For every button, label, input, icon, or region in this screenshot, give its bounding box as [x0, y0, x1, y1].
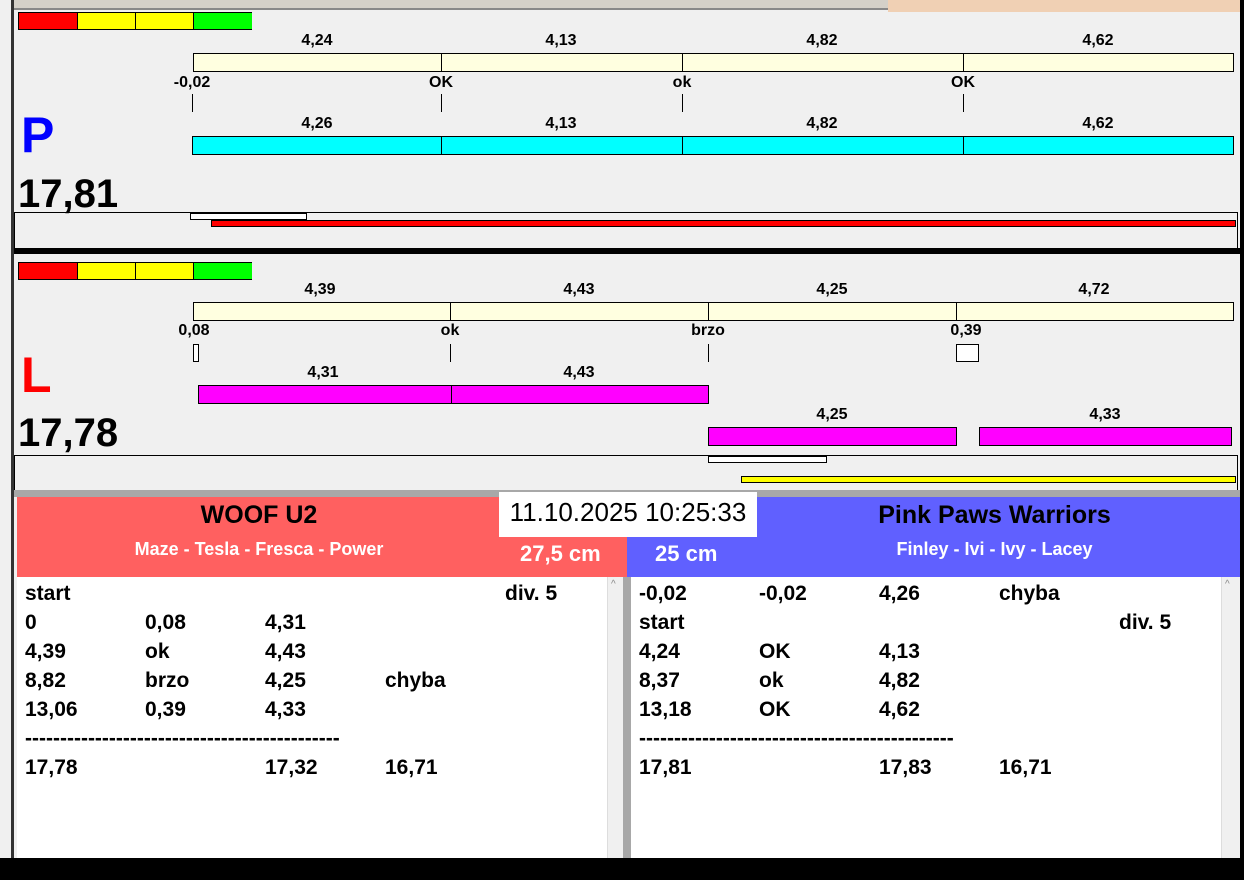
team-name: Pink Paws Warriors: [878, 501, 1111, 529]
exchange-label: ok: [672, 74, 692, 91]
color-legend: [18, 12, 252, 30]
progress-bar: [741, 476, 1236, 483]
result-cell: 4,26: [879, 582, 920, 605]
result-cell: -0,02: [639, 582, 687, 605]
result-cell: div. 5: [1119, 611, 1172, 634]
exchange-label: ok: [440, 322, 460, 339]
result-cell: 4,24: [639, 640, 680, 663]
lane-total: 17,78: [18, 411, 119, 455]
result-cell: 8,37: [639, 669, 680, 692]
result-cell: start: [25, 582, 71, 605]
left-border: [0, 0, 14, 880]
run-time: 4,25: [816, 406, 848, 423]
run-time: 4,26: [301, 115, 333, 132]
result-cell: 16,71: [385, 756, 438, 779]
result-cell: 0,39: [145, 698, 186, 721]
split-time: 4,62: [1082, 32, 1114, 49]
run-bar: [192, 136, 1234, 155]
split-time: 4,82: [806, 32, 838, 49]
result-cell: 0,08: [145, 611, 186, 634]
right-results[interactable]: -0,02 -0,02 4,26 chyba start div. 5 4,24 OK 4,13…: [631, 577, 1221, 858]
result-cell: 17,32: [265, 756, 318, 779]
result-cell: start: [639, 611, 685, 634]
team-name: WOOF U2: [200, 501, 318, 529]
run-bar: [708, 427, 957, 446]
result-cell: 17,78: [25, 756, 78, 779]
lane-letter: P: [21, 107, 55, 163]
result-cell: 4,39: [25, 640, 66, 663]
result-cell: ok: [759, 669, 784, 692]
split-time: 4,13: [545, 32, 577, 49]
bottom-border: [0, 858, 1244, 880]
result-cell: 17,81: [639, 756, 692, 779]
run-time: 4,33: [1089, 406, 1121, 423]
exchange-label: 0,08: [178, 322, 210, 339]
result-cell: 4,43: [265, 640, 306, 663]
reference-bar: [193, 53, 1234, 72]
timestamp: 11.10.2025 10:25:33: [499, 492, 757, 537]
split-time: 4,39: [304, 281, 336, 298]
result-cell: 13,06: [25, 698, 78, 721]
result-cell: -0,02: [759, 582, 807, 605]
result-cell: div. 5: [505, 582, 558, 605]
run-bar: [198, 385, 709, 404]
result-cell: ----------------------------------------…: [639, 727, 954, 750]
split-time: 4,24: [301, 32, 333, 49]
reference-bar: [193, 302, 1234, 321]
result-cell: chyba: [999, 582, 1060, 605]
result-cell: 13,18: [639, 698, 692, 721]
result-cell: chyba: [385, 669, 446, 692]
result-cell: 4,13: [879, 640, 920, 663]
exchange-label: 0,39: [950, 322, 982, 339]
result-cell: brzo: [145, 669, 190, 692]
run-time: 4,13: [545, 115, 577, 132]
jump-height: 25 cm: [655, 541, 718, 566]
left-results[interactable]: start div. 5 0 0,08 4,31 4,39 ok 4,43 8,82 brzo 4,…: [17, 577, 607, 858]
left-scrollbar[interactable]: ^: [607, 577, 623, 858]
run-time: 4,82: [806, 115, 838, 132]
result-cell: 4,31: [265, 611, 306, 634]
separator: [14, 248, 1240, 254]
progress-bar: [211, 220, 1236, 227]
result-cell: 4,33: [265, 698, 306, 721]
result-cell: 17,83: [879, 756, 932, 779]
right-scrollbar[interactable]: ^: [1221, 577, 1238, 858]
run-time: 4,43: [563, 364, 595, 381]
result-cell: ----------------------------------------…: [25, 727, 340, 750]
color-legend: [18, 262, 252, 280]
progress-marker: [708, 456, 827, 463]
result-cell: OK: [759, 698, 791, 721]
result-cell: 0: [25, 611, 37, 634]
progress-track: [14, 455, 1238, 490]
progress-marker: [190, 213, 307, 220]
exchange-label: brzo: [691, 322, 725, 339]
result-cell: ok: [145, 640, 170, 663]
tab-strip-right: [888, 0, 1240, 12]
split-time: 4,43: [563, 281, 595, 298]
result-cell: 4,82: [879, 669, 920, 692]
jump-height: 27,5 cm: [520, 541, 601, 566]
run-bar: [979, 427, 1232, 446]
right-border: [1240, 0, 1244, 880]
lane-letter: L: [21, 347, 52, 403]
run-time: 4,31: [307, 364, 339, 381]
exchange-label: OK: [951, 74, 975, 91]
tab-strip: [0, 0, 888, 10]
exchange-label: OK: [429, 74, 453, 91]
lane-total: 17,81: [18, 172, 119, 216]
team-dogs: Maze - Tesla - Fresca - Power: [134, 539, 384, 559]
run-time: 4,62: [1082, 115, 1114, 132]
exchange-label: -0,02: [173, 74, 211, 91]
result-cell: 4,62: [879, 698, 920, 721]
result-cell: 16,71: [999, 756, 1052, 779]
result-cell: 8,82: [25, 669, 66, 692]
split-time: 4,72: [1078, 281, 1110, 298]
team-dogs: Finley - Ivi - Ivy - Lacey: [896, 539, 1093, 559]
result-cell: OK: [759, 640, 791, 663]
result-cell: 4,25: [265, 669, 306, 692]
split-time: 4,25: [816, 281, 848, 298]
